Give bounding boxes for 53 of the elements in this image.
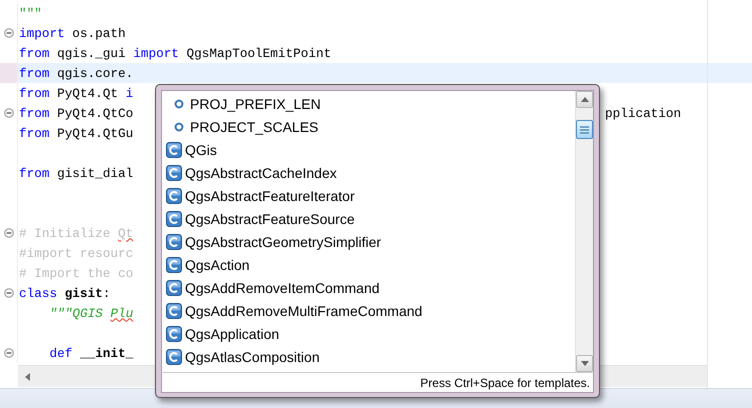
scroll-up-button[interactable] bbox=[576, 91, 593, 108]
completion-item[interactable]: QgsApplication bbox=[162, 322, 575, 345]
code-line: # Initialize Qt bbox=[19, 226, 134, 240]
collapse-icon[interactable] bbox=[4, 228, 14, 238]
completion-item[interactable]: PROJECT_SCALES bbox=[162, 115, 575, 138]
scroll-left-icon[interactable] bbox=[24, 372, 32, 382]
completion-item[interactable]: QgsAddRemoveMultiFrameCommand bbox=[162, 299, 575, 322]
scrollbar-thumb[interactable] bbox=[576, 120, 593, 139]
class-icon bbox=[166, 142, 182, 158]
code-line: from qgis.core. bbox=[19, 66, 134, 80]
class-icon bbox=[166, 210, 182, 226]
code-line: # Import the co bbox=[19, 266, 134, 280]
code-line: def __init_ bbox=[50, 346, 134, 360]
code-line: """ bbox=[19, 6, 42, 20]
completion-item[interactable]: QgsAbstractFeatureSource bbox=[162, 207, 575, 230]
collapse-icon[interactable] bbox=[4, 288, 14, 298]
collapse-icon[interactable] bbox=[4, 108, 14, 118]
code-line: from gisit_dial bbox=[19, 166, 134, 180]
collapse-icon[interactable] bbox=[4, 348, 14, 358]
completion-item[interactable]: QgsAbstractFeatureIterator bbox=[162, 184, 575, 207]
code-line: from PyQt4.QtGu bbox=[19, 126, 134, 140]
class-icon bbox=[166, 302, 182, 318]
class-icon bbox=[166, 256, 182, 272]
completion-item[interactable]: QgsAction bbox=[162, 253, 575, 276]
class-icon bbox=[166, 326, 182, 342]
completion-item[interactable]: PROJ_PREFIX_LEN bbox=[162, 92, 575, 115]
code-line: from PyQt4.QtCo bbox=[19, 106, 134, 120]
field-icon bbox=[174, 122, 184, 132]
class-icon bbox=[166, 164, 182, 180]
field-icon bbox=[174, 98, 184, 108]
up-arrow-icon bbox=[580, 97, 588, 102]
code-line: #import resourc bbox=[19, 246, 134, 260]
class-icon bbox=[166, 280, 182, 296]
code-line: import os.path bbox=[19, 26, 126, 40]
vertical-scrollbar[interactable] bbox=[575, 91, 593, 372]
class-icon bbox=[166, 234, 182, 250]
completion-item[interactable]: QgsAddRemoveItemCommand bbox=[162, 276, 575, 299]
scroll-down-button[interactable] bbox=[576, 355, 593, 372]
collapse-icon[interactable] bbox=[4, 28, 14, 38]
code-line: pplication bbox=[605, 106, 682, 120]
code-line: from qgis._gui import QgsMapToolEmitPoint bbox=[19, 46, 332, 60]
class-icon bbox=[166, 188, 182, 204]
completion-item[interactable]: QgsAbstractCacheIndex bbox=[162, 161, 575, 184]
footer-hint: Press Ctrl+Space for templates. bbox=[420, 376, 590, 390]
code-line: class gisit: bbox=[19, 286, 110, 300]
grip-icon bbox=[580, 126, 589, 134]
completion-item[interactable]: QgsAbstractGeometrySimplifier bbox=[162, 230, 575, 253]
class-icon bbox=[166, 348, 182, 364]
code-line: """QGIS Plu bbox=[50, 306, 134, 320]
down-arrow-icon bbox=[580, 361, 588, 366]
completion-item[interactable]: QgsAtlasComposition bbox=[162, 345, 575, 368]
completion-item[interactable]: QGis bbox=[162, 138, 575, 161]
code-line: from PyQt4.Qt i bbox=[19, 86, 134, 100]
